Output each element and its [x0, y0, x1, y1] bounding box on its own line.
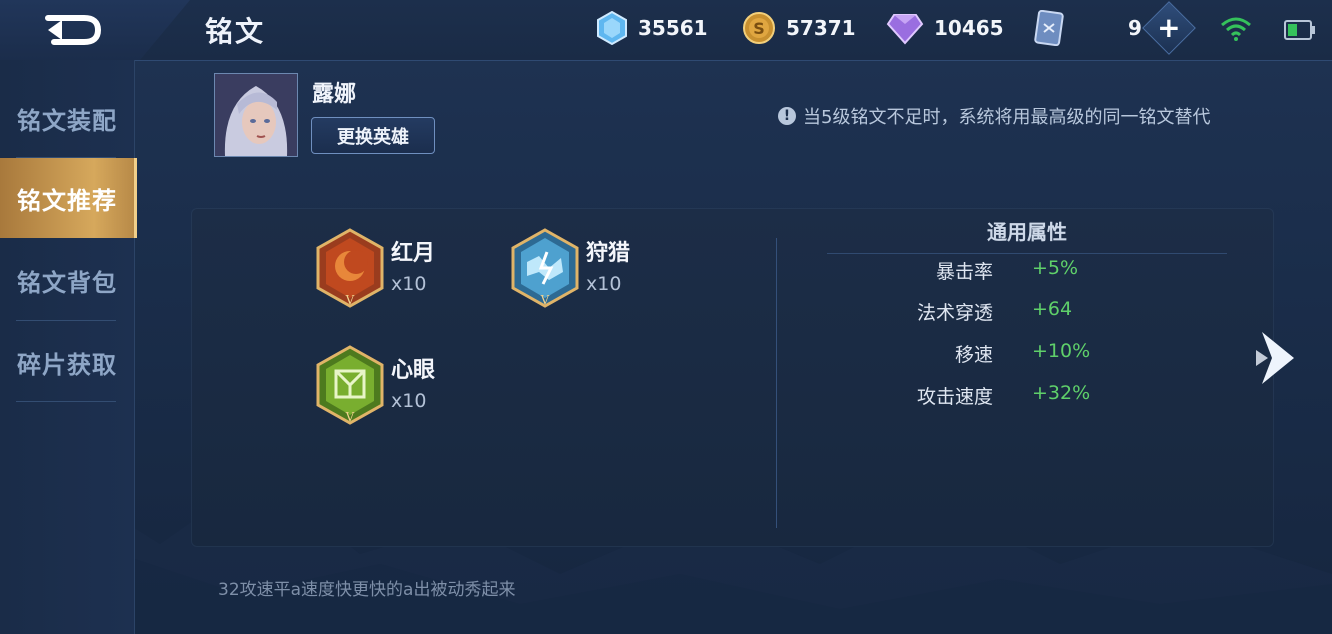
- sidebar-divider: [16, 401, 116, 402]
- card-counter: 9 +: [1034, 1, 1196, 55]
- sidebar-divider: [16, 320, 116, 321]
- attribute-value: +10%: [1032, 340, 1091, 362]
- panel-divider: [776, 238, 777, 528]
- gold-counter: S 57371: [742, 10, 856, 46]
- back-arrow-icon: [45, 15, 102, 45]
- attribute-row: 移速 +10%: [827, 340, 1247, 370]
- sidebar-item-rune-bag[interactable]: 铭文背包: [0, 240, 134, 320]
- svg-text:S: S: [753, 19, 765, 38]
- crystal-icon: [597, 11, 627, 45]
- rune-name: 狩猎: [586, 241, 631, 266]
- rune-notice: ! 当5级铭文不足时，系统将用最高级的同一铭文替代: [778, 103, 1210, 129]
- sidebar: 铭文装配 铭文推荐 铭文背包 碎片获取: [0, 60, 137, 634]
- diamond-value: 10465: [934, 16, 1004, 40]
- diamond-icon: [886, 14, 924, 45]
- mind-eye-rune-icon: V: [316, 345, 384, 425]
- hero-portrait[interactable]: [214, 73, 298, 157]
- hunt-rune-icon: V: [511, 228, 579, 308]
- attribute-value: +32%: [1032, 382, 1091, 404]
- next-page-arrow-icon[interactable]: [1254, 326, 1302, 390]
- card-icon: [1034, 10, 1064, 46]
- svg-text:V: V: [540, 293, 550, 307]
- gold-value: 57371: [786, 16, 856, 40]
- back-button[interactable]: [0, 0, 190, 60]
- attribute-row: 暴击率 +5%: [827, 257, 1247, 287]
- notice-text: 当5级铭文不足时，系统将用最高级的同一铭文替代: [803, 107, 1211, 128]
- plus-icon: +: [1157, 11, 1181, 44]
- rune-item[interactable]: V 心眼 x10: [314, 345, 514, 429]
- attribute-value: +5%: [1032, 257, 1079, 279]
- rune-recommend-panel: V 红月 x10 V 狩猎 x10 V 心眼 x10 通用属性 暴击率 +5%: [191, 208, 1274, 547]
- attribute-value: +64: [1032, 298, 1073, 320]
- swap-hero-button[interactable]: 更换英雄: [311, 117, 435, 154]
- rune-count: x10: [586, 273, 622, 295]
- gold-coin-icon: S: [743, 12, 775, 44]
- attribute-row: 攻击速度 +32%: [827, 382, 1247, 412]
- page-title: 铭文: [205, 15, 266, 48]
- attribute-label: 暴击率: [935, 261, 993, 283]
- top-bar: 铭文 35561 S 57371 10465 9 +: [0, 0, 1332, 61]
- rune-name: 红月: [391, 241, 436, 266]
- sidebar-item-rune-equip[interactable]: 铭文装配: [0, 78, 134, 158]
- rune-item[interactable]: V 狩猎 x10: [509, 228, 709, 312]
- svg-text:V: V: [345, 293, 355, 307]
- card-value: 9: [1128, 16, 1142, 40]
- crystal-counter: 35561: [596, 10, 708, 46]
- wifi-icon: [1221, 17, 1251, 41]
- attribute-row: 法术穿透 +64: [827, 298, 1247, 328]
- rune-page-note: 32攻速平a速度快更快的a出被动秀起来: [218, 580, 516, 600]
- hero-name: 露娜: [312, 82, 357, 107]
- attribute-label: 攻击速度: [916, 386, 993, 408]
- hero-avatar-image: [215, 74, 297, 156]
- sidebar-item-rune-recommend[interactable]: 铭文推荐: [0, 158, 137, 238]
- attribute-label: 法术穿透: [916, 302, 993, 324]
- rune-count: x10: [391, 273, 427, 295]
- svg-text:V: V: [345, 410, 355, 424]
- diamond-counter: 10465: [886, 10, 1004, 46]
- attributes-title: 通用属性: [827, 216, 1227, 254]
- battery-icon: [1284, 20, 1315, 40]
- info-icon: !: [778, 107, 796, 125]
- crystal-value: 35561: [638, 16, 708, 40]
- rune-count: x10: [391, 390, 427, 412]
- attribute-label: 移速: [954, 344, 993, 366]
- sidebar-item-fragment[interactable]: 碎片获取: [0, 322, 134, 402]
- rune-name: 心眼: [391, 358, 436, 383]
- red-moon-rune-icon: V: [316, 228, 384, 308]
- add-card-button[interactable]: +: [1142, 1, 1196, 55]
- rune-item[interactable]: V 红月 x10: [314, 228, 514, 312]
